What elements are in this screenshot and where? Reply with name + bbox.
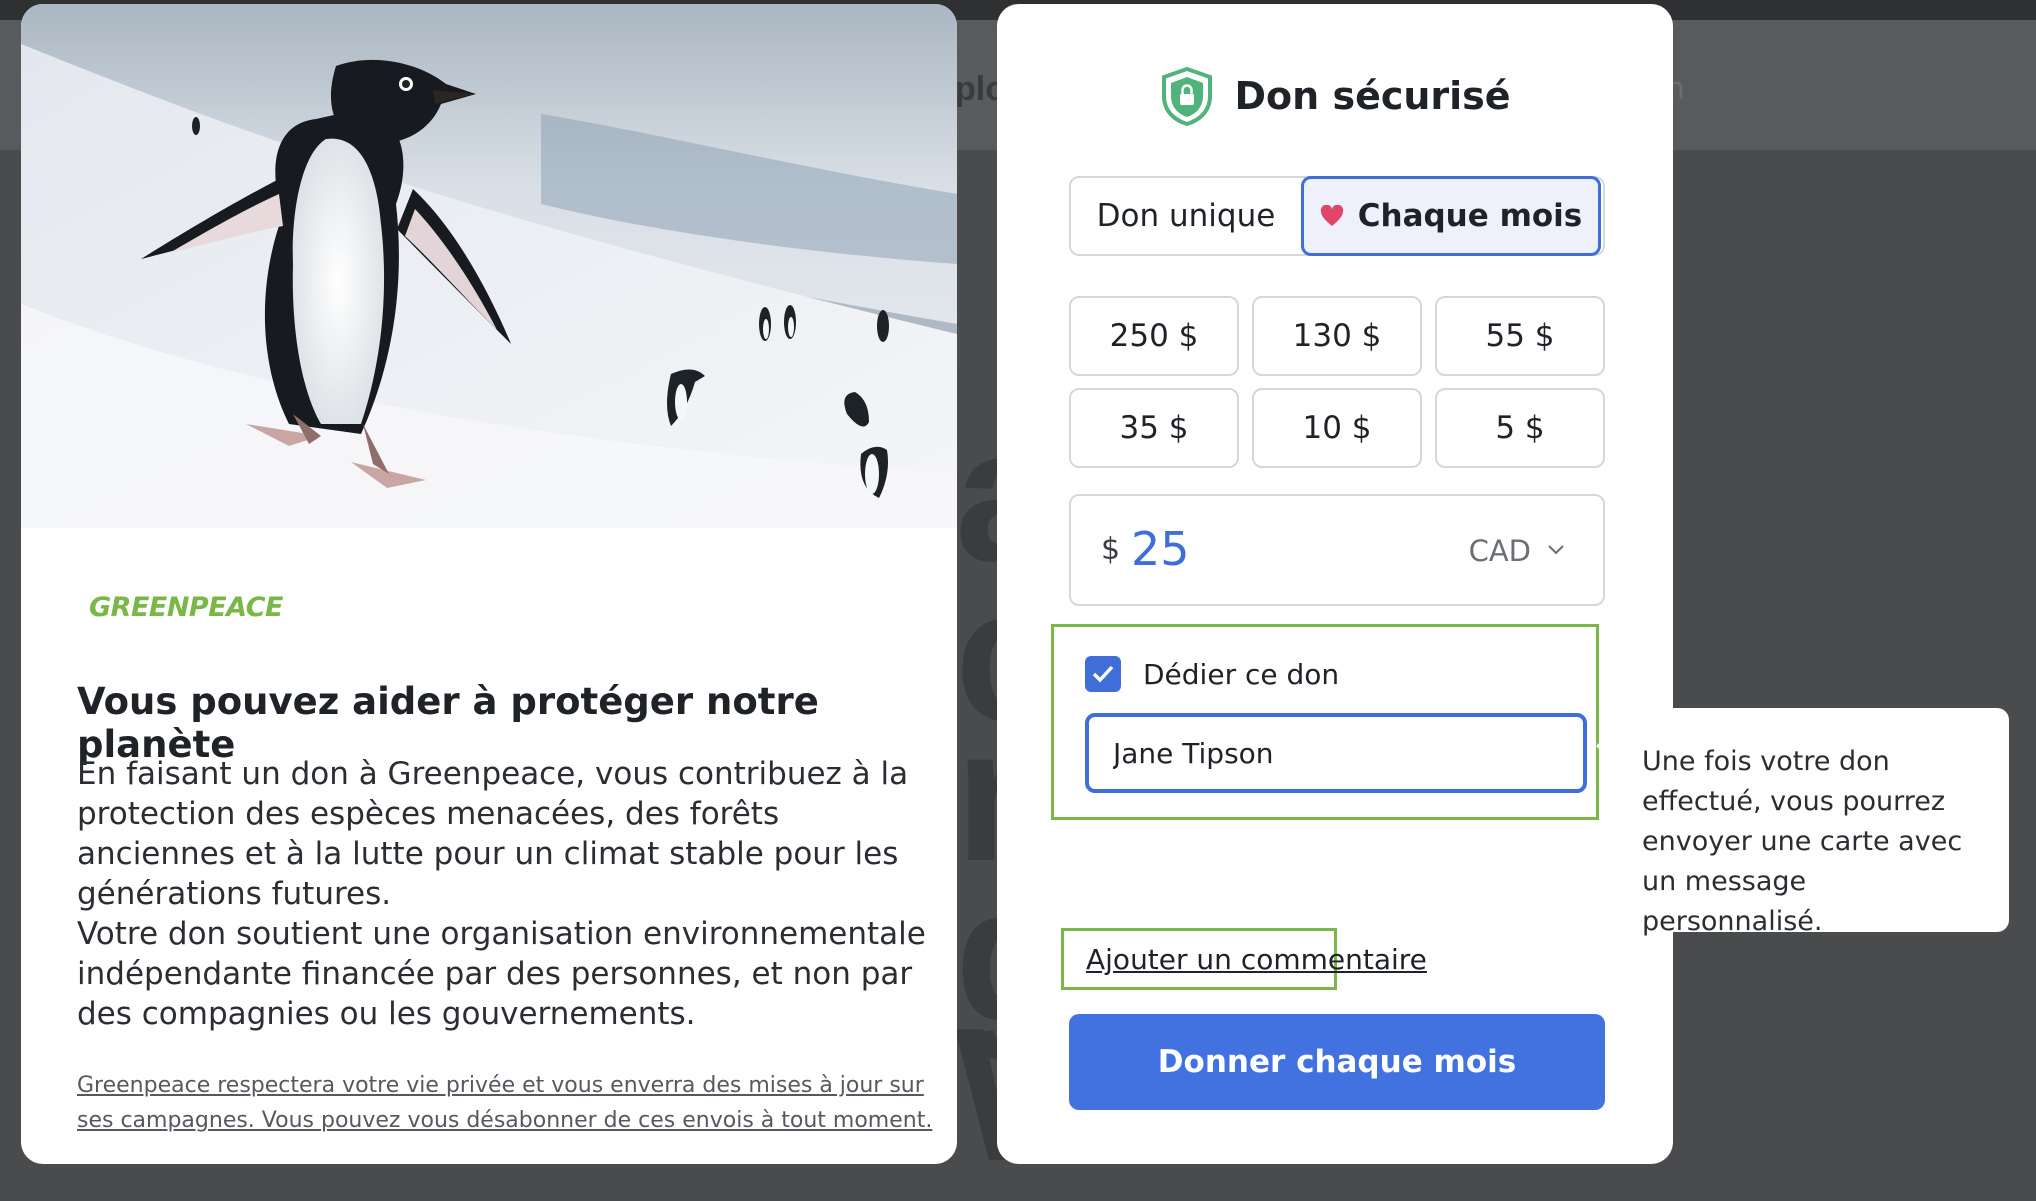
info-paragraph: Votre don soutient une organisation envi…: [77, 916, 926, 1032]
check-icon: [1092, 665, 1114, 683]
amount-option[interactable]: 55 $: [1435, 296, 1605, 376]
dedicate-name-input[interactable]: [1085, 713, 1587, 793]
frequency-toggle: Don unique Chaque mois: [1069, 176, 1605, 256]
amount-option[interactable]: 250 $: [1069, 296, 1239, 376]
donate-monthly-button[interactable]: Donner chaque mois: [1069, 1014, 1605, 1110]
penguin-hero-image: [21, 4, 957, 528]
comment-highlight: Ajouter un commentaire: [1061, 928, 1427, 990]
greenpeace-logo: GREENPEACE: [89, 592, 285, 623]
one-time-option[interactable]: Don unique: [1069, 176, 1303, 256]
amount-option[interactable]: 5 $: [1435, 388, 1605, 468]
one-time-label: Don unique: [1096, 198, 1276, 234]
info-body: En faisant un don à Greenpeace, vous con…: [77, 754, 937, 1034]
dedicate-checkbox[interactable]: [1085, 656, 1121, 692]
privacy-link[interactable]: Greenpeace respectera votre vie privée e…: [77, 1068, 937, 1138]
add-comment-link[interactable]: Ajouter un commentaire: [1086, 943, 1427, 976]
dedicate-label: Dédier ce don: [1143, 658, 1340, 691]
custom-amount-field[interactable]: $ 25 CAD: [1069, 494, 1605, 606]
secure-shield-icon: [1162, 66, 1213, 126]
svg-text:GREENPEACE: GREENPEACE: [89, 592, 284, 623]
custom-amount-value[interactable]: 25: [1131, 522, 1190, 576]
info-card: GREENPEACE Vous pouvez aider à protéger …: [21, 4, 957, 1164]
amount-option[interactable]: 35 $: [1069, 388, 1239, 468]
tooltip-arrow: [1596, 732, 1610, 760]
chevron-down-icon[interactable]: [1547, 544, 1565, 556]
donation-title: Don sécurisé: [1234, 74, 1511, 118]
monthly-option[interactable]: Chaque mois: [1301, 176, 1601, 256]
dedicate-section: Dédier ce don: [1051, 624, 1599, 820]
info-paragraph: En faisant un don à Greenpeace, vous con…: [77, 756, 909, 912]
dedication-tooltip: Une fois votre don effectué, vous pourre…: [1609, 708, 2009, 937]
donation-card: Don sécurisé Don unique Chaque mois 250 …: [997, 4, 1673, 1164]
currency-symbol: $: [1101, 532, 1121, 567]
donation-header: Don sécurisé: [997, 66, 1673, 136]
amount-option[interactable]: 10 $: [1252, 388, 1422, 468]
amount-option[interactable]: 130 $: [1252, 296, 1422, 376]
currency-select[interactable]: CAD: [1469, 534, 1531, 568]
monthly-label: Chaque mois: [1357, 198, 1583, 234]
heart-icon: [1320, 205, 1343, 226]
